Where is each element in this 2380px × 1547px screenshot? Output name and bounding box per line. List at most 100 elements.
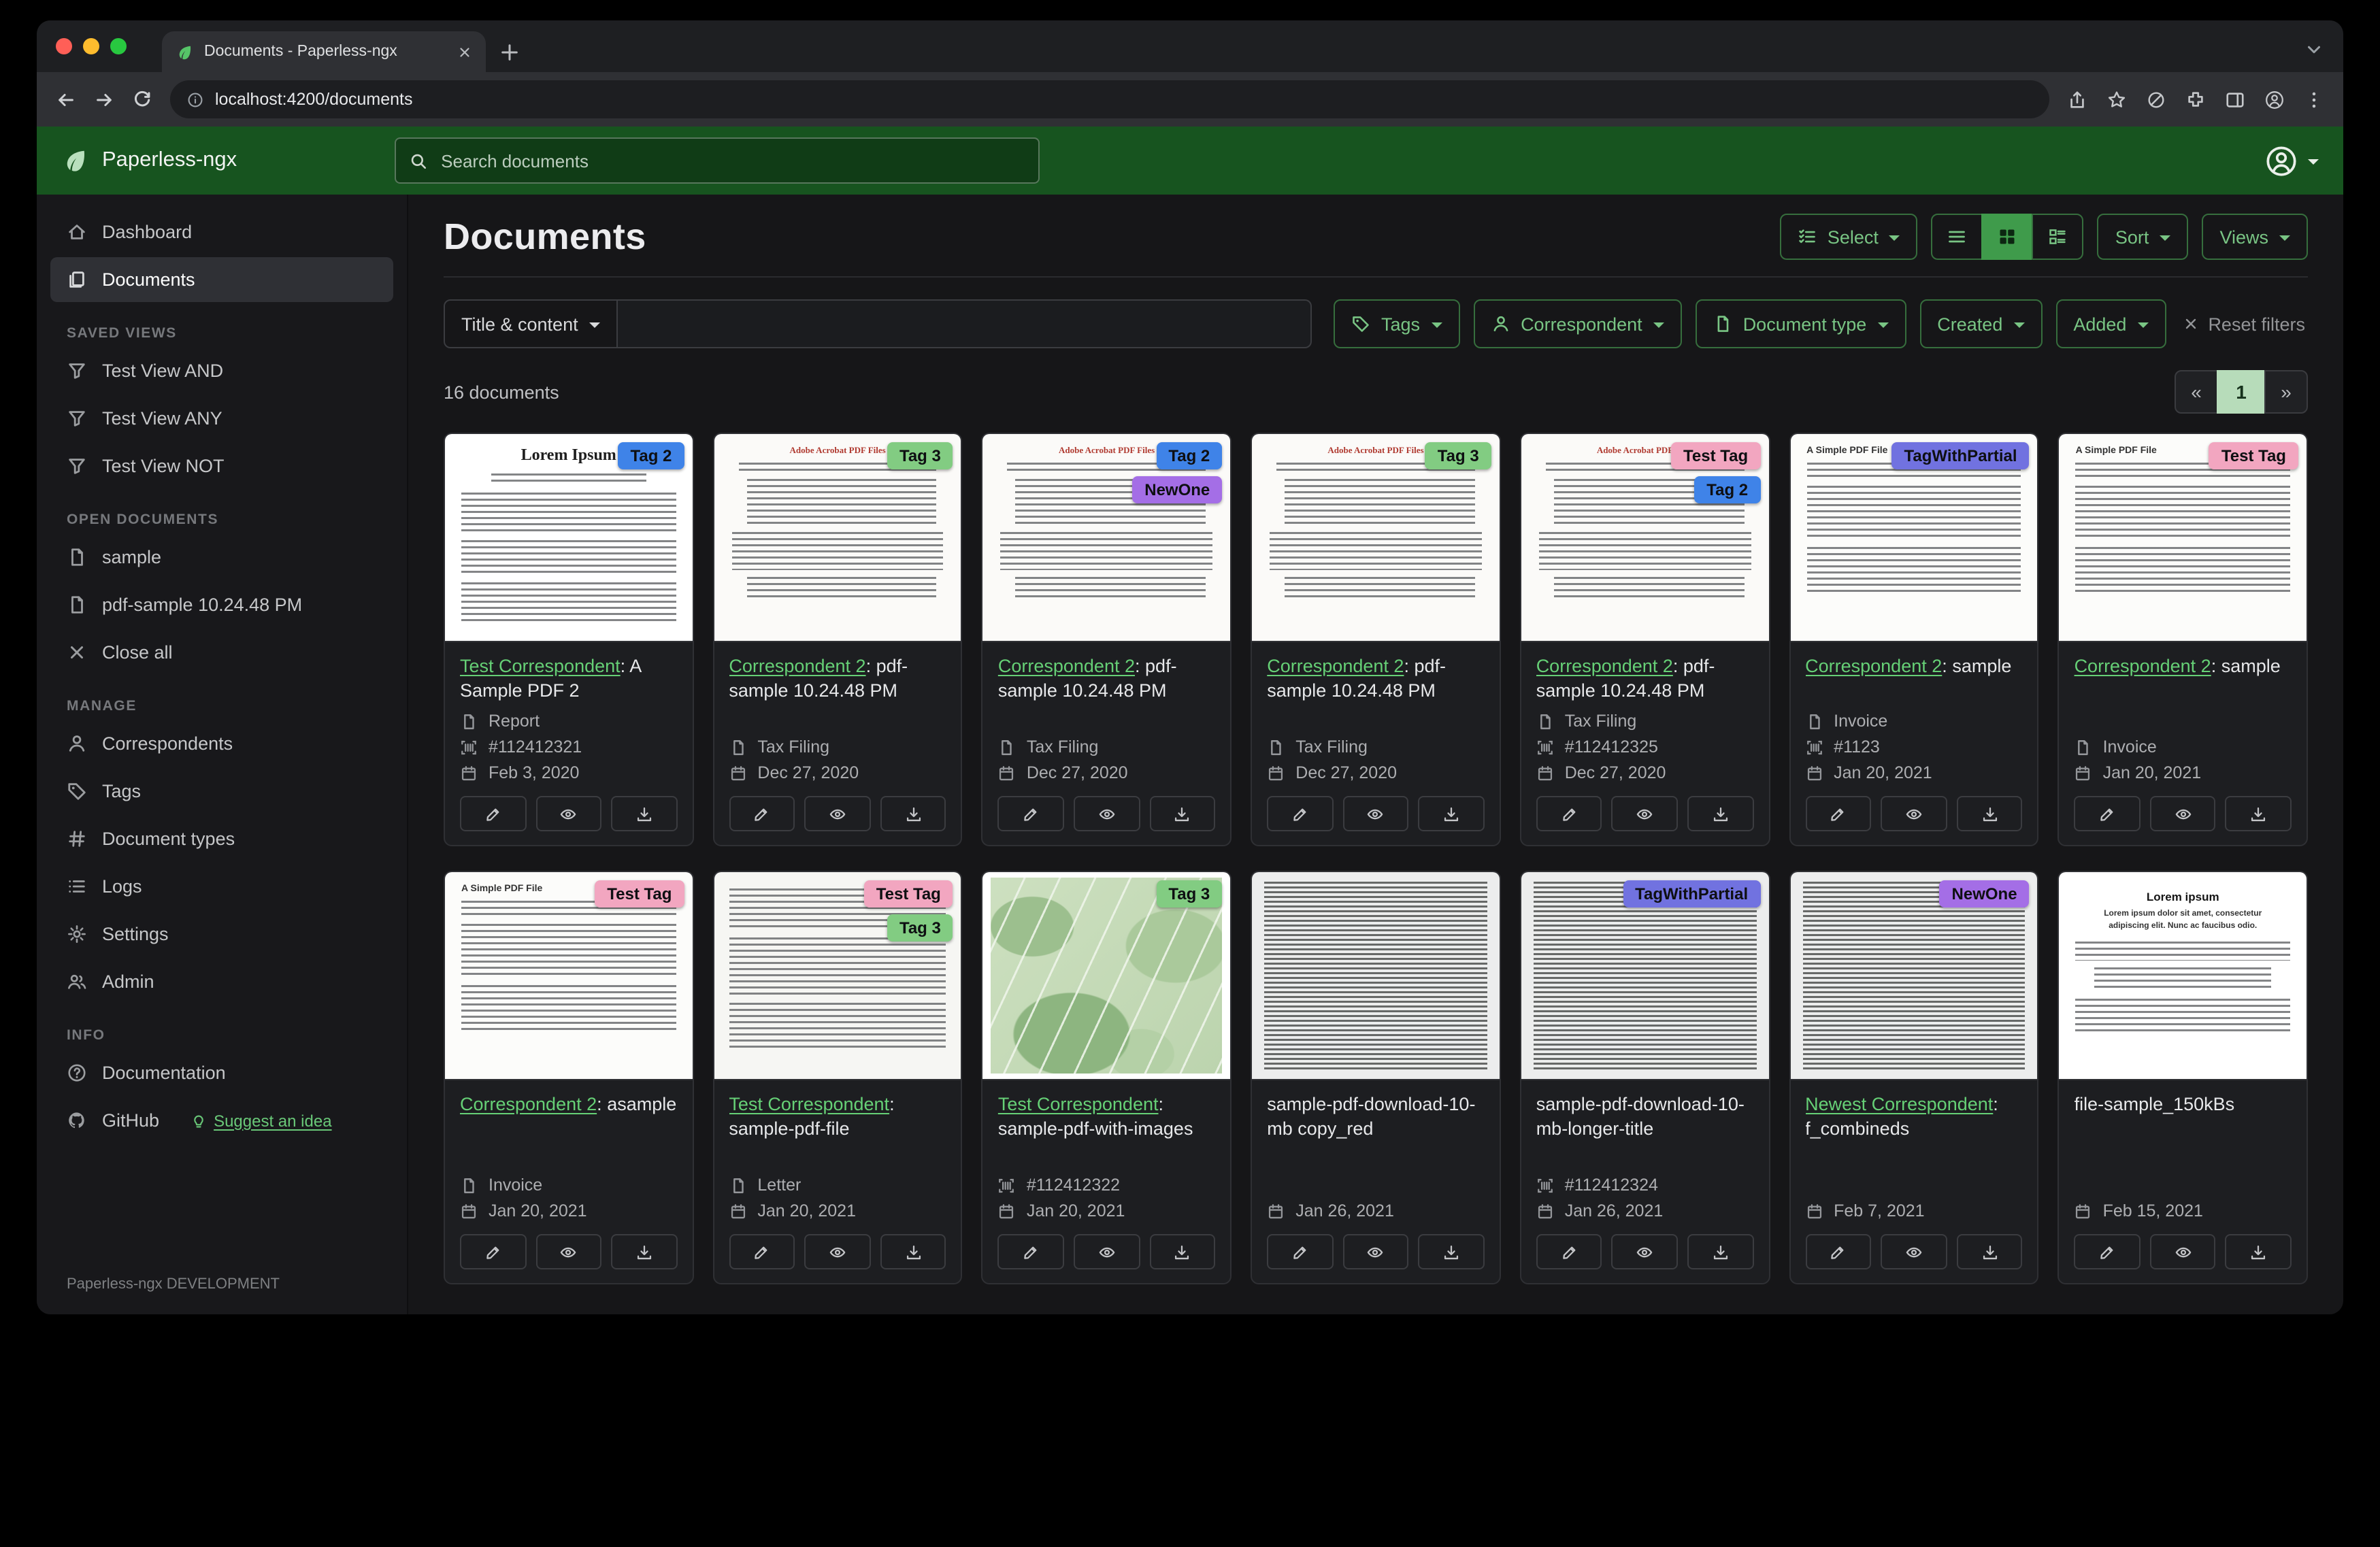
title-content-dropdown[interactable]: Title & content <box>444 299 618 348</box>
sidebar-item-documents[interactable]: Documents <box>50 257 393 302</box>
reload-icon[interactable] <box>132 89 152 110</box>
sidebar-item-dashboard[interactable]: Dashboard <box>50 210 393 254</box>
document-card[interactable]: Test Tag Tag 3 Test Correspondent: sampl… <box>712 871 963 1284</box>
edit-button[interactable] <box>729 796 795 831</box>
tag-badge[interactable]: Test Tag <box>595 880 684 908</box>
correspondent-link[interactable]: Correspondent 2 <box>729 656 865 676</box>
tag-badge[interactable]: Tag 3 <box>887 914 953 942</box>
tag-badge[interactable]: TagWithPartial <box>1623 880 1761 908</box>
sidebar-item-settings[interactable]: Settings <box>50 912 393 957</box>
edit-button[interactable] <box>1536 1234 1602 1269</box>
view-button[interactable] <box>535 1234 602 1269</box>
document-thumbnail[interactable]: Lorem Ipsum Tag 2 <box>445 434 693 642</box>
sidebar-item-correspondents[interactable]: Correspondents <box>50 721 393 766</box>
document-card[interactable]: NewOne Newest Correspondent: f_combineds… <box>1789 871 2039 1284</box>
view-button[interactable] <box>1611 796 1678 831</box>
edit-button[interactable] <box>997 1234 1064 1269</box>
document-card[interactable]: A Simple PDF File Test Tag Correspondent… <box>444 871 694 1284</box>
document-card[interactable]: Lorem Ipsum Tag 2 Test Correspondent: A … <box>444 433 694 846</box>
download-button[interactable] <box>1687 796 1754 831</box>
view-button[interactable] <box>804 1234 871 1269</box>
document-thumbnail[interactable]: TagWithPartial <box>1521 872 1769 1080</box>
close-window-button[interactable] <box>56 38 72 54</box>
tag-badge[interactable]: Tag 3 <box>1425 442 1491 470</box>
download-button[interactable] <box>880 1234 946 1269</box>
zoom-window-button[interactable] <box>110 38 127 54</box>
correspondent-link[interactable]: Test Correspondent <box>729 1094 889 1114</box>
tag-badge[interactable]: NewOne <box>1939 880 2030 908</box>
download-button[interactable] <box>611 1234 678 1269</box>
edit-button[interactable] <box>1805 796 1872 831</box>
sidebar-item-test-view-not[interactable]: Test View NOT <box>50 444 393 488</box>
correspondent-link[interactable]: Correspondent 2 <box>998 656 1135 676</box>
list-view-button[interactable] <box>1931 214 1983 260</box>
sidebar-item-open-doc-sample[interactable]: sample <box>50 535 393 580</box>
extensions-icon[interactable] <box>2185 89 2206 110</box>
document-thumbnail[interactable]: A Simple PDF File TagWithPartial <box>1790 434 2038 642</box>
document-card[interactable]: Adobe Acrobat PDF Files Tag 3 Correspond… <box>1251 433 1501 846</box>
browser-tab[interactable]: Documents - Paperless-ngx <box>162 31 486 72</box>
document-thumbnail[interactable]: Test Tag Tag 3 <box>714 872 961 1080</box>
site-info-icon[interactable] <box>186 90 204 108</box>
correspondent-link[interactable]: Test Correspondent <box>460 656 621 676</box>
document-card[interactable]: sample-pdf-download-10-mb copy_red Jan 2… <box>1251 871 1501 1284</box>
download-button[interactable] <box>1149 796 1216 831</box>
download-button[interactable] <box>2225 1234 2292 1269</box>
select-button[interactable]: Select <box>1779 214 1918 260</box>
document-type-filter-button[interactable]: Document type <box>1695 299 1906 348</box>
address-bar[interactable]: localhost:4200/documents <box>170 80 2049 118</box>
download-button[interactable] <box>1149 1234 1216 1269</box>
view-button[interactable] <box>1074 796 1140 831</box>
side-panel-icon[interactable] <box>2225 89 2245 110</box>
sort-button[interactable]: Sort <box>2097 214 2189 260</box>
global-search[interactable] <box>395 137 1040 184</box>
view-button[interactable] <box>1611 1234 1678 1269</box>
sidebar-item-test-view-and[interactable]: Test View AND <box>50 348 393 393</box>
download-button[interactable] <box>1687 1234 1754 1269</box>
download-button[interactable] <box>611 796 678 831</box>
sidebar-item-test-view-any[interactable]: Test View ANY <box>50 396 393 441</box>
created-filter-button[interactable]: Created <box>1919 299 2043 348</box>
download-button[interactable] <box>1956 1234 2023 1269</box>
view-button[interactable] <box>804 796 871 831</box>
document-card[interactable]: TagWithPartial sample-pdf-download-10-mb… <box>1519 871 1770 1284</box>
correspondent-link[interactable]: Correspondent 2 <box>460 1094 597 1114</box>
edit-button[interactable] <box>997 796 1064 831</box>
tag-badge[interactable]: Tag 3 <box>1156 880 1223 908</box>
close-tab-icon[interactable] <box>457 44 472 59</box>
sidebar-item-logs[interactable]: Logs <box>50 864 393 909</box>
sidebar-item-open-doc-pdf-sample[interactable]: pdf-sample 10.24.48 PM <box>50 582 393 627</box>
edit-button[interactable] <box>1267 1234 1334 1269</box>
bookmark-star-icon[interactable] <box>2106 89 2127 110</box>
download-button[interactable] <box>2225 796 2292 831</box>
view-button[interactable] <box>1342 796 1409 831</box>
document-thumbnail[interactable]: A Simple PDF File Test Tag <box>445 872 693 1080</box>
correspondent-link[interactable]: Correspondent 2 <box>1267 656 1404 676</box>
document-thumbnail[interactable]: Adobe Acrobat PDF Files Test Tag Tag 2 <box>1521 434 1769 642</box>
edit-button[interactable] <box>460 796 527 831</box>
tag-badge[interactable]: TagWithPartial <box>1891 442 2030 470</box>
sidebar-item-close-all[interactable]: Close all <box>50 630 393 675</box>
suggest-an-idea-link[interactable]: Suggest an idea <box>191 1111 332 1130</box>
profile-icon[interactable] <box>2264 89 2285 110</box>
view-button[interactable] <box>1881 1234 1947 1269</box>
sidebar-item-tags[interactable]: Tags <box>50 769 393 814</box>
status-icon[interactable] <box>2146 89 2166 110</box>
edit-button[interactable] <box>729 1234 795 1269</box>
search-tabs-icon[interactable] <box>2304 39 2324 60</box>
grid-view-button[interactable] <box>1981 214 2034 260</box>
sidebar-item-document-types[interactable]: Document types <box>50 816 393 861</box>
view-button[interactable] <box>1881 796 1947 831</box>
document-card[interactable]: Lorem ipsum Lorem ipsum dolor sit amet, … <box>2057 871 2308 1284</box>
user-menu[interactable] <box>2264 144 2319 178</box>
edit-button[interactable] <box>460 1234 527 1269</box>
app-brand[interactable]: Paperless-ngx <box>61 147 237 174</box>
tag-badge[interactable]: Tag 2 <box>618 442 684 470</box>
tag-badge[interactable]: Test Tag <box>2209 442 2298 470</box>
tag-badge[interactable]: NewOne <box>1132 476 1223 504</box>
tag-badge[interactable]: Test Tag <box>863 880 953 908</box>
view-button[interactable] <box>535 796 602 831</box>
detail-view-button[interactable] <box>2032 214 2084 260</box>
edit-button[interactable] <box>2074 1234 2141 1269</box>
correspondent-link[interactable]: Correspondent 2 <box>1805 656 1942 676</box>
